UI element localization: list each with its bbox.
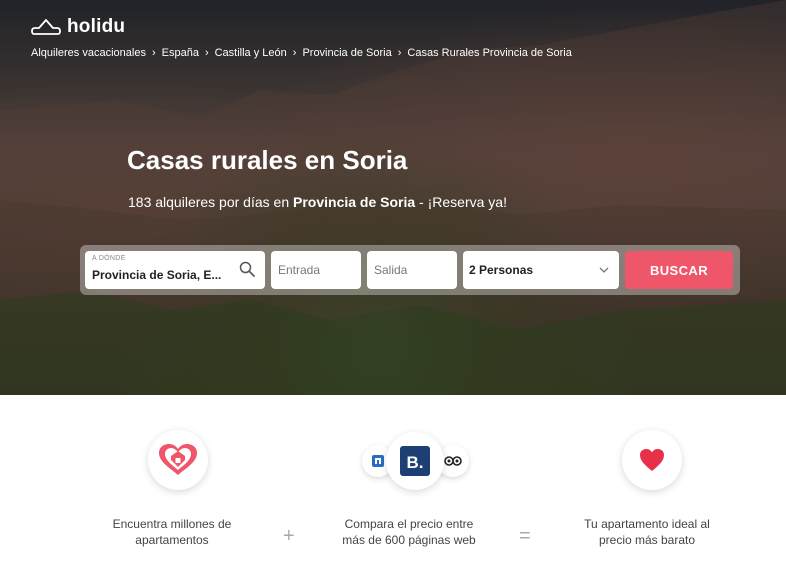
breadcrumb: Alquileres vacacionales › España › Casti… [31,47,572,59]
feature-circle-ideal [622,430,682,490]
page-subtitle: 183 alquileres por días en Provincia de … [128,194,507,210]
booking-icon: B. [400,446,430,476]
booking-letter: B [406,453,419,472]
feature-text-line: precio más barato [598,533,696,547]
subtitle-location: Provincia de Soria [293,194,416,210]
feature-text-line: Tu apartamento ideal al [584,517,710,531]
feature-text-ideal: Tu apartamento ideal al precio más barat… [557,516,737,548]
guests-select[interactable]: 2 Personas [463,251,619,289]
hero-banner: holidu Alquileres vacacionales › España … [0,0,786,395]
checkout-field[interactable]: Salida [367,251,457,289]
house-cloud-icon [31,19,61,35]
equals-sign: = [519,525,531,547]
building-icon [372,455,384,467]
breadcrumb-item-castilla-leon[interactable]: Castilla y León [215,47,287,59]
search-button[interactable]: BUSCAR [625,251,733,289]
checkin-field[interactable]: Entrada [271,251,361,289]
chevron-down-icon [599,267,609,273]
subtitle-suffix: - ¡Reserva ya! [415,194,507,210]
checkout-placeholder: Salida [374,263,408,277]
checkin-placeholder: Entrada [278,263,321,277]
feature-text-find: Encuentra millones de apartamentos [82,516,262,548]
breadcrumb-item-spain[interactable]: España [162,47,199,59]
destination-label: A DÓNDE [92,255,126,262]
chevron-right-icon: › [151,47,156,59]
owl-icon [444,456,462,466]
feature-text-line: más de 600 páginas web [342,533,476,547]
chevron-right-icon: › [204,47,209,59]
page-title: Casas rurales en Soria [127,145,408,175]
feature-text-line: Encuentra millones de [112,517,232,531]
chevron-right-icon: › [292,47,297,59]
search-icon[interactable] [239,261,255,277]
destination-field[interactable]: A DÓNDE Provincia de Soria, E... [85,251,265,289]
feature-text-line: apartamentos [135,533,209,547]
subtitle-prefix: 183 alquileres por días en [128,194,293,210]
guests-value: 2 Personas [469,263,534,277]
breadcrumb-item-vacation-rentals[interactable]: Alquileres vacacionales [31,47,146,59]
logo[interactable]: holidu [31,16,125,38]
features-section: B. Encuentra millones de apartamentos + … [0,395,786,572]
breadcrumb-item-current[interactable]: Casas Rurales Provincia de Soria [407,47,571,59]
feature-circle-find [148,430,208,490]
plus-sign: + [283,525,295,547]
heart-location-icon [159,444,197,475]
heart-icon [640,449,664,471]
feature-text-compare: Compara el precio entre más de 600 págin… [319,516,499,548]
breadcrumb-item-soria-province[interactable]: Provincia de Soria [302,47,391,59]
feature-circle-compare: B. [386,432,444,490]
search-bar: A DÓNDE Provincia de Soria, E... Entrada… [80,245,740,295]
logo-text: holidu [67,16,126,37]
chevron-right-icon: › [397,47,402,59]
feature-text-line: Compara el precio entre [344,517,474,531]
destination-value[interactable]: Provincia de Soria, E... [92,268,221,282]
